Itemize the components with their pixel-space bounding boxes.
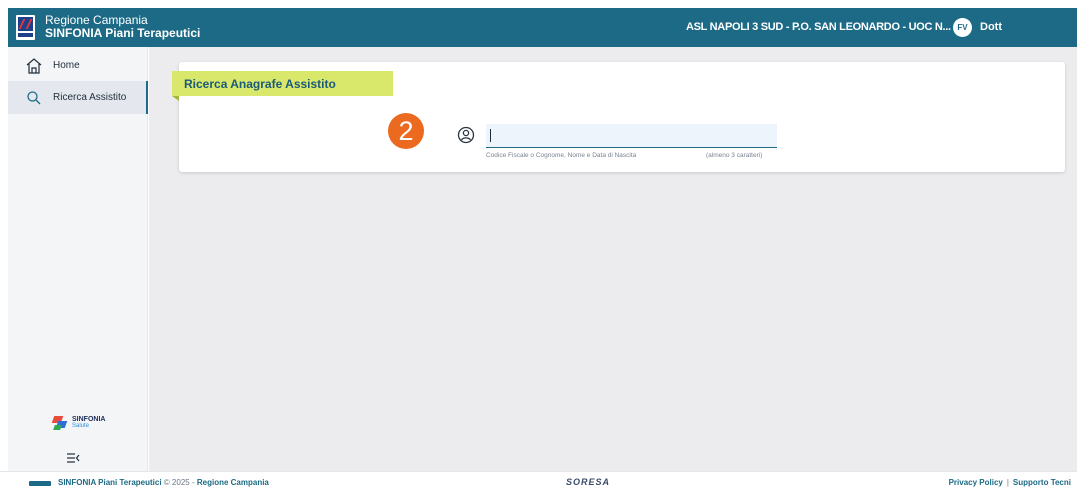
user-circle-icon: [457, 126, 475, 144]
brand-sub: Salute: [72, 423, 90, 429]
regione-campania-logo[interactable]: [16, 15, 35, 40]
brand-name: SINFONIA: [72, 416, 106, 423]
sinfonia-salute-logo: SINFONIA Salute: [51, 415, 106, 431]
user-avatar[interactable]: FV: [953, 18, 972, 37]
top-bar: Regione Campania SINFONIA Piani Terapeut…: [8, 8, 1077, 47]
search-hint-min-chars: (almeno 3 caratteri): [706, 152, 763, 159]
footer-separator: |: [1006, 478, 1009, 487]
footer: SINFONIA Piani Terapeutici © 2025 - Regi…: [0, 471, 1077, 493]
sidebar-item-label: Home: [53, 60, 80, 71]
sidebar-item-ricerca-assistito[interactable]: Ricerca Assistito: [8, 81, 148, 114]
search-icon: [25, 89, 43, 107]
soresa-logo: SORESA: [566, 477, 611, 487]
footer-copyright: © 2025 -: [163, 478, 195, 487]
footer-links: Privacy Policy | Supporto Tecni: [949, 478, 1071, 487]
sinfonia-logo-icon: [51, 415, 69, 431]
footer-credits: SINFONIA Piani Terapeutici © 2025 - Regi…: [58, 478, 269, 487]
app-title[interactable]: Regione Campania SINFONIA Piani Terapeut…: [45, 14, 200, 40]
footer-app-name: SINFONIA Piani Terapeutici: [58, 478, 162, 487]
patient-search-field[interactable]: [486, 124, 777, 148]
collapse-sidebar-icon[interactable]: [66, 451, 80, 463]
patient-search-input[interactable]: [486, 124, 777, 147]
footer-region[interactable]: Regione Campania: [197, 478, 269, 487]
search-hint: Codice Fiscale o Cognome, Nome e Data di…: [486, 152, 637, 159]
user-name[interactable]: Dott: [980, 21, 1002, 33]
support-link[interactable]: Supporto Tecni: [1013, 478, 1071, 487]
sidebar-item-home[interactable]: Home: [8, 49, 148, 82]
footer-logo-icon: [29, 481, 51, 486]
card-title: Ricerca Anagrafe Assistito: [172, 71, 393, 101]
privacy-policy-link[interactable]: Privacy Policy: [949, 478, 1003, 487]
home-icon: [25, 57, 43, 75]
sidebar: Home Ricerca Assistito SINFONIA Salute: [8, 47, 148, 471]
sidebar-item-label: Ricerca Assistito: [53, 92, 127, 103]
organization-selector[interactable]: ASL NAPOLI 3 SUD - P.O. SAN LEONARDO - U…: [686, 21, 951, 33]
main-content: Ricerca Anagrafe Assistito: [149, 47, 1077, 471]
app-title-name: SINFONIA Piani Terapeutici: [45, 26, 201, 40]
step-badge: 2: [388, 113, 424, 149]
